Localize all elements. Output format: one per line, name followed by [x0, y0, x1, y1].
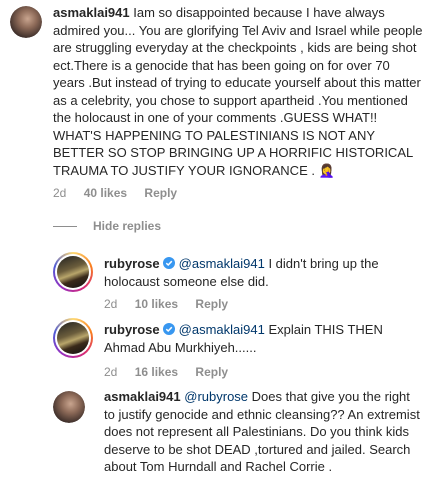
verified-badge-icon: [162, 257, 175, 269]
hide-replies-button[interactable]: Hide replies: [53, 218, 161, 236]
verified-badge-icon: [162, 323, 175, 335]
mention-link[interactable]: @asmaklai941: [179, 322, 265, 337]
comment-time: 2d: [104, 297, 118, 311]
comment-likes[interactable]: 40 likes: [84, 186, 127, 200]
reply-button[interactable]: Reply: [195, 365, 228, 379]
comment-username[interactable]: asmaklai941: [53, 5, 130, 20]
comment-likes[interactable]: 10 likes: [135, 297, 178, 311]
avatar[interactable]: [53, 252, 93, 292]
avatar[interactable]: [10, 6, 42, 38]
comment-likes[interactable]: 16 likes: [135, 365, 178, 379]
reply-text: asmaklai941 @rubyrose Does that give you…: [104, 388, 422, 476]
mention-link[interactable]: @rubyrose: [184, 389, 248, 404]
comment-meta: 2d 10 likes Reply: [104, 296, 242, 314]
divider: [53, 226, 77, 228]
reply-button[interactable]: Reply: [195, 297, 228, 311]
comment-body: Iam so disappointed because I have alway…: [53, 5, 423, 178]
reply-button[interactable]: Reply: [144, 186, 177, 200]
comment-username[interactable]: rubyrose: [104, 322, 160, 337]
comment-time: 2d: [104, 365, 118, 379]
comment-meta: 2d 16 likes Reply: [104, 364, 242, 382]
comment-username[interactable]: asmaklai941: [104, 389, 181, 404]
reply-text: rubyrose @asmaklai941 Explain THIS THEN A…: [104, 321, 404, 356]
reply-text: rubyrose @asmaklai941 I didn't bring up t…: [104, 255, 404, 290]
mention-link[interactable]: @asmaklai941: [179, 256, 265, 271]
comment-time: 2d: [53, 186, 67, 200]
comment-username[interactable]: rubyrose: [104, 256, 160, 271]
avatar[interactable]: [53, 318, 93, 358]
avatar[interactable]: [53, 391, 85, 423]
comment-meta: 2d 40 likes Reply: [53, 185, 191, 203]
comment-text: asmaklai941 Iam so disappointed because …: [53, 4, 423, 179]
hide-replies-label[interactable]: Hide replies: [93, 219, 161, 233]
